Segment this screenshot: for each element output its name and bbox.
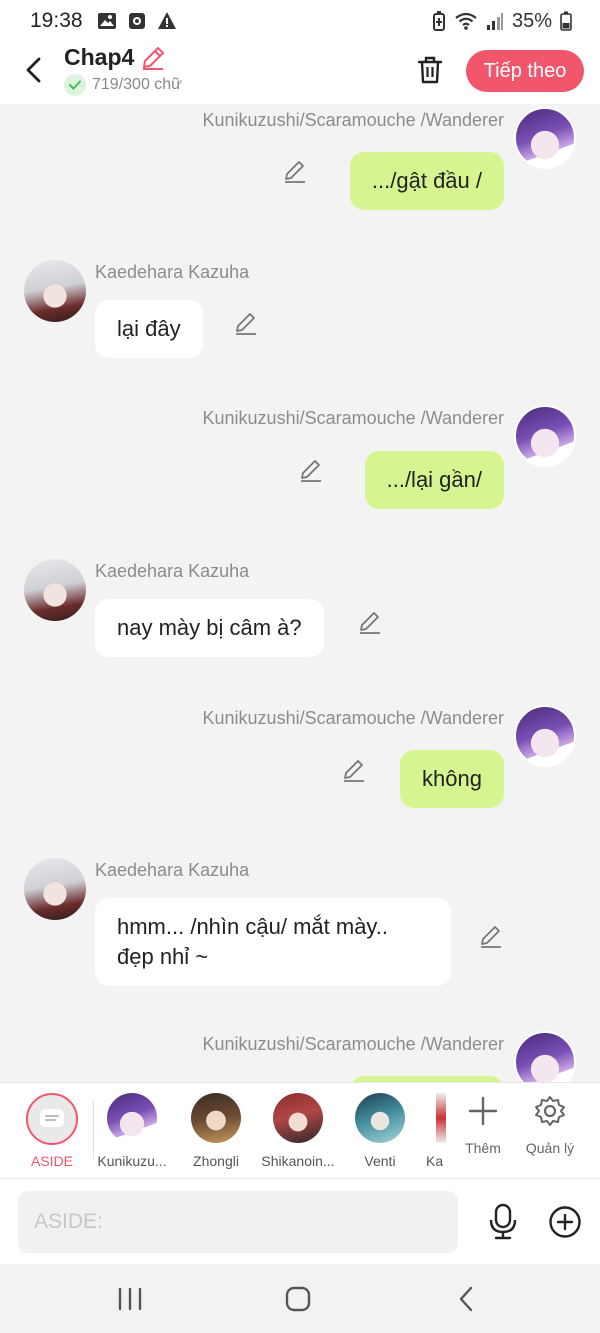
character-name: ASIDE <box>30 1153 73 1169</box>
status-bar: 19:38 35% <box>0 0 600 42</box>
image-icon <box>97 13 116 29</box>
aside-avatar <box>26 1093 78 1145</box>
microphone-icon[interactable] <box>486 1203 520 1241</box>
avatar[interactable] <box>24 559 86 621</box>
chat-message: Kunikuzushi/Scaramouche /Wanderer <box>0 1030 600 1082</box>
compose-bar <box>0 1178 600 1264</box>
chat-message: Kunikuzushi/Scaramouche /Wanderer .../lạ… <box>0 404 600 519</box>
chat-message: Kaedehara Kazuha hmm... /nhìn cậu/ mắt m… <box>0 854 600 994</box>
message-bubble[interactable]: .../lại gần/ <box>364 451 504 509</box>
add-character-button[interactable]: Thêm <box>448 1095 518 1156</box>
avatar <box>355 1093 405 1143</box>
avatar <box>107 1093 157 1143</box>
character-ka[interactable]: Ka <box>408 1093 448 1169</box>
avatar[interactable] <box>514 107 576 169</box>
add-label: Thêm <box>465 1140 501 1156</box>
chat-message: Kaedehara Kazuha nay mày bị câm à? <box>0 555 600 665</box>
character-aside[interactable]: ASIDE <box>12 1093 92 1169</box>
sender-name: Kunikuzushi/Scaramouche /Wanderer <box>202 110 504 130</box>
message-line: hmm... /nhìn cậu/ mắt mày.. <box>117 914 389 939</box>
alert-icon <box>157 12 176 29</box>
chevron-left-icon <box>26 57 41 83</box>
avatar[interactable] <box>514 1031 576 1082</box>
message-line: đẹp nhỉ ~ <box>117 944 209 969</box>
character-name: Shikanoin... <box>261 1153 335 1169</box>
message-bubble[interactable]: .../gật đầu / <box>349 152 504 210</box>
character-name: Kunikuzu... <box>97 1153 167 1169</box>
back-nav-button[interactable] <box>446 1282 486 1316</box>
chat-message: Kunikuzushi/Scaramouche /Wanderer .../gậ… <box>0 104 600 224</box>
top-app-bar: Chap4 719/300 chữ Tiếp theo <box>0 42 600 104</box>
system-nav-bar <box>0 1264 600 1333</box>
home-icon <box>285 1286 311 1312</box>
message-bubble[interactable]: nay mày bị câm à? <box>95 599 324 657</box>
avatar[interactable] <box>24 260 86 322</box>
camera-icon <box>128 13 145 29</box>
battery-saver-icon <box>432 11 445 31</box>
delete-button[interactable] <box>414 52 446 88</box>
chat-message: Kaedehara Kazuha lại đây <box>0 256 600 366</box>
avatar <box>273 1093 323 1143</box>
chat-message: Kunikuzushi/Scaramouche /Wanderer không <box>0 704 600 819</box>
chapter-title: Chap4 <box>64 44 135 70</box>
manage-button[interactable]: Quản lý <box>515 1095 585 1156</box>
chapter-title-block: Chap4 719/300 chữ <box>64 44 182 96</box>
plus-icon <box>468 1096 498 1126</box>
edit-message-icon[interactable] <box>341 758 367 784</box>
recent-apps-button[interactable] <box>110 1282 150 1316</box>
home-button[interactable] <box>278 1282 318 1316</box>
character-shikanoin[interactable]: Shikanoin... <box>258 1093 338 1169</box>
back-button[interactable] <box>18 52 48 88</box>
message-bubble[interactable]: lại đây <box>95 300 203 358</box>
sender-name: Kunikuzushi/Scaramouche /Wanderer <box>202 1034 504 1054</box>
avatar[interactable] <box>514 705 576 767</box>
battery-percent: 35% <box>511 9 552 32</box>
word-count: 719/300 chữ <box>92 76 182 93</box>
avatar[interactable] <box>24 858 86 920</box>
message-input[interactable] <box>18 1191 458 1253</box>
gear-icon <box>535 1096 565 1126</box>
character-name: Ka <box>426 1153 444 1169</box>
next-button[interactable]: Tiếp theo <box>466 50 584 92</box>
avatar <box>436 1093 446 1143</box>
back-nav-icon <box>459 1286 473 1312</box>
chat-bubble-icon <box>40 1109 64 1127</box>
edit-message-icon[interactable] <box>233 311 259 337</box>
wifi-icon <box>455 12 477 30</box>
character-bar: ASIDE Kunikuzu... Zhongli Shikanoin... V… <box>0 1082 600 1178</box>
battery-icon <box>560 11 572 31</box>
sender-name: Kunikuzushi/Scaramouche /Wanderer <box>202 408 504 428</box>
signal-icon <box>486 13 503 30</box>
character-kunikuzushi[interactable]: Kunikuzu... <box>92 1093 172 1169</box>
edit-message-icon[interactable] <box>357 610 383 636</box>
trash-icon <box>417 56 443 84</box>
avatar[interactable] <box>514 405 576 467</box>
message-bubble[interactable]: không <box>400 750 504 808</box>
character-name: Zhongli <box>193 1153 239 1169</box>
sender-name: Kaedehara Kazuha <box>95 262 250 282</box>
edit-title-icon[interactable] <box>140 45 166 71</box>
edit-message-icon[interactable] <box>298 458 324 484</box>
edit-message-icon[interactable] <box>282 159 308 185</box>
sender-name: Kunikuzushi/Scaramouche /Wanderer <box>202 708 504 728</box>
message-bubble[interactable]: hmm... /nhìn cậu/ mắt mày.. đẹp nhỉ ~ <box>95 898 451 986</box>
sender-name: Kaedehara Kazuha <box>95 561 250 581</box>
chat-list[interactable]: Kunikuzushi/Scaramouche /Wanderer .../gậ… <box>0 104 600 1082</box>
sender-name: Kaedehara Kazuha <box>95 860 250 880</box>
character-zhongli[interactable]: Zhongli <box>176 1093 256 1169</box>
status-time: 19:38 <box>30 9 83 32</box>
edit-message-icon[interactable] <box>478 924 504 950</box>
recent-apps-icon <box>118 1287 142 1311</box>
check-circle-icon <box>64 74 86 96</box>
avatar <box>191 1093 241 1143</box>
add-circle-icon[interactable] <box>548 1205 582 1239</box>
manage-label: Quản lý <box>525 1140 575 1156</box>
